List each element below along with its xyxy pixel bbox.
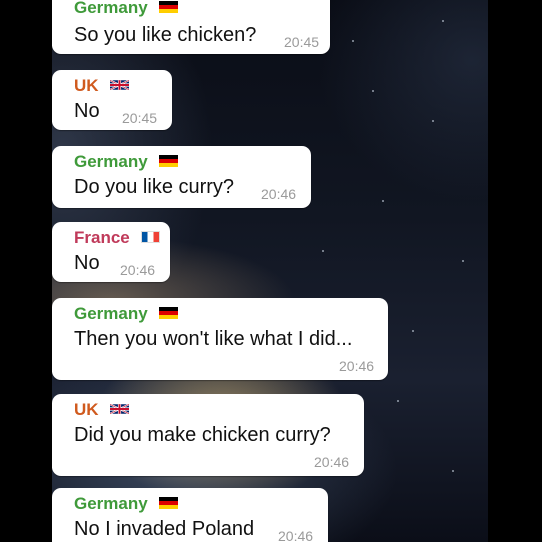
bubble-tail [52,460,54,468]
message-sender: UK [74,76,130,96]
uk-flag-icon [110,78,130,91]
message-bubble[interactable]: UK Did you make chicken curry? 20:46 [52,394,364,476]
sender-name: UK [74,400,99,419]
message-sender: UK [74,400,130,420]
message-bubble[interactable]: Germany No I invaded Poland 20:46 [52,488,328,542]
uk-flag-icon [110,402,130,415]
message-bubble[interactable]: Germany Do you like curry? 20:46 [52,146,311,208]
message-bubble[interactable]: Germany Then you won't like what I did..… [52,298,388,380]
sender-name: Germany [74,494,148,513]
sender-name: Germany [74,304,148,323]
message-text: Then you won't like what I did... [74,328,353,350]
bubble-tail [52,266,54,274]
message-time: 20:46 [314,454,350,470]
bubble-tail [52,114,54,122]
message-text: No [74,252,100,274]
bubble-tail [52,532,54,540]
germany-flag-icon [159,496,179,509]
message-time: 20:46 [261,186,297,202]
message-text: Do you like curry? [74,176,235,198]
message-text: So you like chicken? [74,24,257,46]
message-time: 20:45 [122,110,158,126]
germany-flag-icon [159,0,179,13]
message-bubble[interactable]: France No 20:46 [52,222,170,282]
france-flag-icon [141,230,161,243]
message-time: 20:46 [120,262,156,278]
message-sender: Germany [74,0,179,18]
message-sender: Germany [74,304,179,324]
bubble-tail [52,38,54,46]
message-text: Did you make chicken curry? [74,424,331,446]
germany-flag-icon [159,306,179,319]
message-time: 20:46 [278,528,314,542]
message-text: No [74,100,100,122]
sender-name: UK [74,76,99,95]
germany-flag-icon [159,154,179,167]
message-time: 20:46 [339,358,375,374]
message-sender: Germany [74,152,179,172]
chat-background: Germany So you like chicken? 20:45 UK No… [52,0,488,542]
bubble-tail [52,364,54,372]
sender-name: France [74,228,130,247]
bubble-tail [52,192,54,200]
message-time: 20:45 [284,34,320,50]
sender-name: Germany [74,0,148,17]
message-text: No I invaded Poland [74,518,255,540]
message-bubble[interactable]: Germany So you like chicken? 20:45 [52,0,330,54]
message-bubble[interactable]: UK No 20:45 [52,70,172,130]
message-sender: France [74,228,161,248]
sender-name: Germany [74,152,148,171]
message-sender: Germany [74,494,179,514]
